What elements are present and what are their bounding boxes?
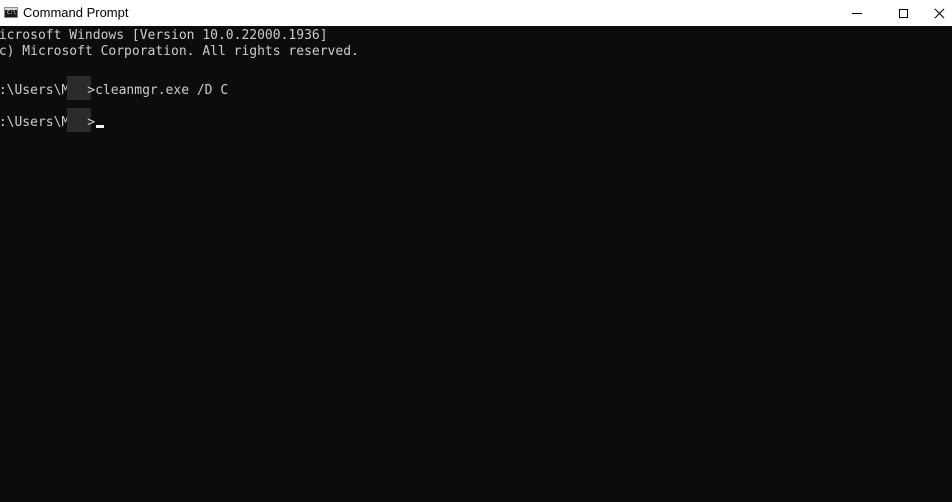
cmd-icon-text: C:\ bbox=[7, 10, 17, 16]
version-line: Microsoft Windows [Version 10.0.22000.19… bbox=[0, 28, 328, 43]
command-line-1: C:\Users\M >cleanmgr.exe /D C bbox=[0, 76, 228, 100]
minimize-icon bbox=[852, 12, 862, 14]
prompt-path: C:\Users\M bbox=[0, 83, 70, 98]
command-text: >cleanmgr.exe /D C bbox=[87, 83, 229, 98]
console-output[interactable]: Microsoft Windows [Version 10.0.22000.19… bbox=[0, 28, 952, 502]
command-line-2: C:\Users\M > bbox=[0, 108, 105, 132]
prompt-path: C:\Users\M bbox=[0, 115, 70, 130]
prompt-symbol: > bbox=[87, 115, 96, 130]
close-icon bbox=[934, 8, 945, 19]
minimize-button[interactable] bbox=[834, 0, 880, 26]
title-bar[interactable]: C:\ Command Prompt bbox=[0, 0, 952, 26]
command-prompt-window: C:\ Command Prompt Microsoft Windows [Ve… bbox=[0, 0, 952, 502]
maximize-button[interactable] bbox=[880, 0, 926, 26]
maximize-icon bbox=[898, 8, 908, 18]
copyright-line: (c) Microsoft Corporation. All rights re… bbox=[0, 44, 359, 59]
window-title: Command Prompt bbox=[23, 5, 129, 20]
text-cursor bbox=[96, 125, 105, 128]
cmd-icon[interactable]: C:\ bbox=[4, 7, 18, 18]
close-button[interactable] bbox=[926, 0, 952, 26]
